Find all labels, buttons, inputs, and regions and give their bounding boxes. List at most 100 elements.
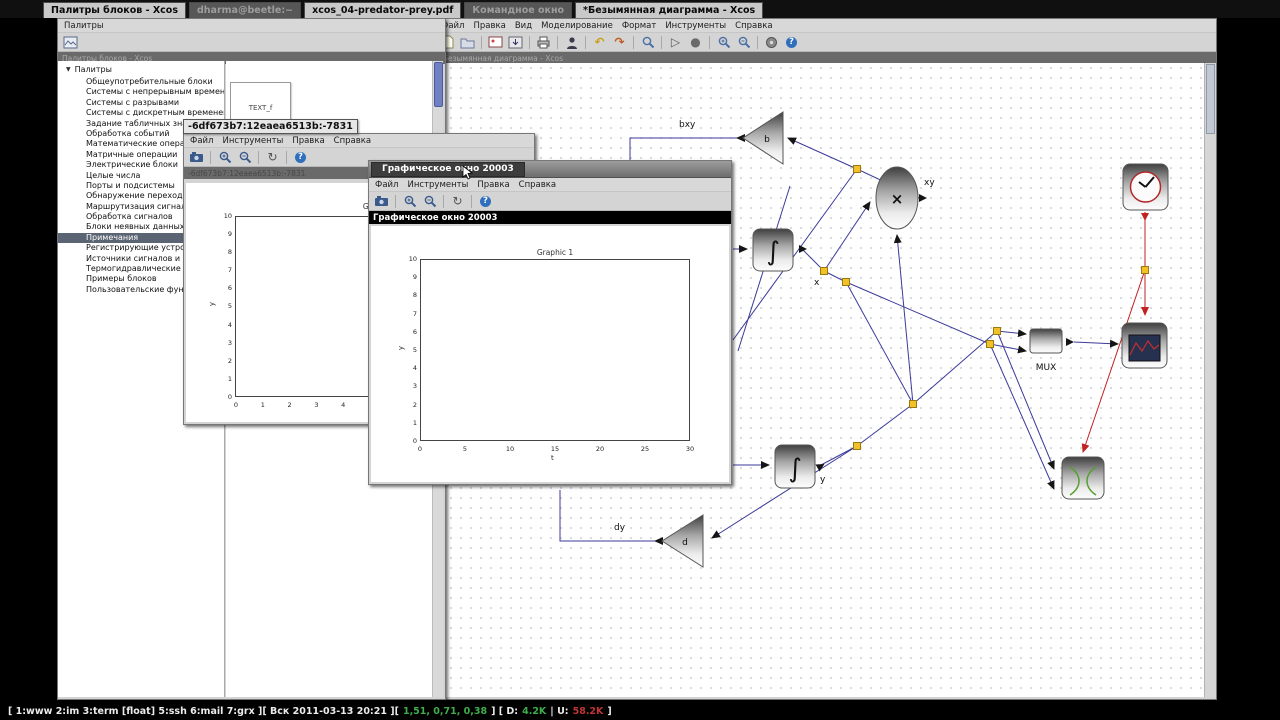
zoom-in-icon[interactable] — [216, 149, 233, 165]
menu-item[interactable]: Справка — [519, 180, 556, 190]
menu-item[interactable]: Файл — [375, 180, 398, 190]
integrator-y-block[interactable]: ∫ — [774, 444, 816, 489]
zoom-out-icon[interactable] — [735, 34, 752, 50]
y-tick: 3 — [227, 338, 232, 347]
x-tick: 25 — [640, 445, 650, 453]
x-tick: 5 — [462, 445, 468, 453]
x-axis-label: t — [551, 454, 554, 462]
x-tick: 2 — [287, 401, 292, 409]
y-tick: 6 — [412, 327, 417, 336]
taskbar-tab[interactable]: xcos_04-predator-prey.pdf — [304, 2, 462, 18]
rotate-icon[interactable]: ↻ — [264, 149, 281, 165]
clock-block[interactable] — [1122, 163, 1169, 211]
cscope-block[interactable] — [1121, 322, 1168, 369]
tree-item[interactable]: Системы с непрерывным временем — [58, 87, 224, 97]
menu-item[interactable]: Файл — [190, 136, 213, 146]
menu-item[interactable]: Инструменты — [222, 136, 283, 146]
export-image-icon[interactable] — [487, 34, 504, 50]
toolbar-separator — [395, 194, 396, 208]
toolbar-separator — [585, 35, 586, 49]
tree-item[interactable]: Общеупотребительные блоки — [58, 77, 224, 87]
gain-d-block[interactable]: d — [661, 514, 704, 568]
start-simulation-icon[interactable]: ▷ — [667, 34, 684, 50]
menu-item[interactable]: Вид — [515, 21, 532, 31]
menu-item[interactable]: Формат — [622, 21, 657, 31]
menu-item[interactable]: Палитры — [64, 21, 104, 31]
palette-view-icon[interactable] — [62, 34, 79, 50]
fit-diagram-icon[interactable] — [763, 34, 780, 50]
toolbar-separator — [529, 35, 530, 49]
menu-item[interactable]: Инструменты — [407, 180, 468, 190]
graphic-window-front: Графическое окно 20003 Файл Инструменты Пр… — [368, 160, 732, 485]
open-icon[interactable] — [459, 34, 476, 50]
download-rate: 4.2K — [522, 706, 547, 717]
help-icon[interactable]: ? — [477, 193, 494, 209]
svg-text:b: b — [764, 135, 770, 145]
undo-icon[interactable]: ↶ — [591, 34, 608, 50]
tree-expand-icon[interactable]: ▼ — [66, 66, 71, 73]
menu-item[interactable]: Справка — [334, 136, 371, 146]
status-bar: [ 1:www 2:im 3:term [float] 5:ssh 6:mail… — [0, 703, 1280, 720]
zoom-in-icon[interactable] — [401, 193, 418, 209]
svg-text:∫: ∫ — [766, 237, 780, 267]
status-separator: ] [ D: — [491, 706, 519, 717]
help-icon[interactable]: ? — [783, 34, 800, 50]
diagram-id-tooltip: -6df673b7:12eaea6513b:-7831 — [183, 119, 358, 134]
scrollbar-thumb[interactable] — [1206, 64, 1215, 134]
x-tick: 15 — [550, 445, 560, 453]
xcos-vertical-scrollbar[interactable] — [1204, 63, 1216, 697]
plot-front-inner-titlebar: Графическое окно 20003 — [369, 211, 731, 224]
tree-item[interactable]: Системы с дискретным временем — [58, 108, 224, 118]
toolbar-separator — [443, 194, 444, 208]
print-icon[interactable] — [535, 34, 552, 50]
save-icon[interactable] — [507, 34, 524, 50]
taskbar-tab[interactable]: Командное окно — [464, 2, 573, 18]
toolbar-separator — [633, 35, 634, 49]
mux-block[interactable]: MUX — [1029, 328, 1063, 373]
export-icon[interactable] — [188, 149, 205, 165]
y-tick: 4 — [412, 364, 417, 373]
y-tick: 7 — [227, 266, 232, 275]
zoom-out-icon[interactable] — [236, 149, 253, 165]
link-points[interactable] — [820, 165, 1149, 450]
menu-item[interactable]: Правка — [473, 21, 505, 31]
redo-icon[interactable]: ↷ — [611, 34, 628, 50]
scrollbar-thumb[interactable] — [434, 62, 443, 107]
svg-text:xy: xy — [924, 178, 935, 188]
integrator-x-block[interactable]: ∫ — [752, 228, 794, 272]
tree-item[interactable]: Системы с разрывами — [58, 98, 224, 108]
menu-item[interactable]: Правка — [292, 136, 324, 146]
workspace-list[interactable]: [ 1:www 2:im 3:term [float] 5:ssh 6:mail… — [8, 706, 399, 717]
toolbar-separator — [258, 150, 259, 164]
taskbar-tab[interactable]: dharma@beetle:~ — [188, 2, 302, 18]
status-separator: | U: — [550, 706, 569, 717]
zoom-area-icon[interactable] — [639, 34, 656, 50]
gain-b-block[interactable]: b — [742, 111, 784, 165]
menu-item[interactable]: Инструменты — [665, 21, 726, 31]
x-tick: 1 — [260, 401, 265, 409]
svg-text:×: × — [891, 190, 904, 208]
tree-root-label: Палитры — [74, 64, 112, 74]
menu-item[interactable]: Моделирование — [541, 21, 613, 31]
tree-root[interactable]: ▼ Палитры — [58, 63, 224, 75]
zoom-in-icon[interactable] — [715, 34, 732, 50]
svg-text:x: x — [814, 278, 820, 288]
toolbar-separator — [471, 194, 472, 208]
rotate-icon[interactable]: ↻ — [449, 193, 466, 209]
palette-browser-icon[interactable] — [563, 34, 580, 50]
help-icon[interactable]: ? — [292, 149, 309, 165]
product-block[interactable]: × — [875, 166, 919, 230]
menu-item[interactable]: Справка — [735, 21, 772, 31]
plot-front-titlebar[interactable]: Графическое окно 20003 — [369, 161, 731, 180]
stop-simulation-icon[interactable]: ● — [687, 34, 704, 50]
cscopxy-block[interactable] — [1061, 456, 1105, 500]
taskbar-tab[interactable]: Палитры блоков - Xcos — [43, 2, 186, 18]
toolbar-separator — [286, 150, 287, 164]
plot-front-menubar: Файл Инструменты Правка Справка — [369, 178, 731, 191]
taskbar-tab[interactable]: *Безымянная диаграмма - Xcos — [575, 2, 764, 18]
x-tick: 3 — [314, 401, 319, 409]
export-icon[interactable] — [373, 193, 390, 209]
zoom-out-icon[interactable] — [421, 193, 438, 209]
menu-item[interactable]: Правка — [477, 180, 509, 190]
toolbar-separator — [709, 35, 710, 49]
